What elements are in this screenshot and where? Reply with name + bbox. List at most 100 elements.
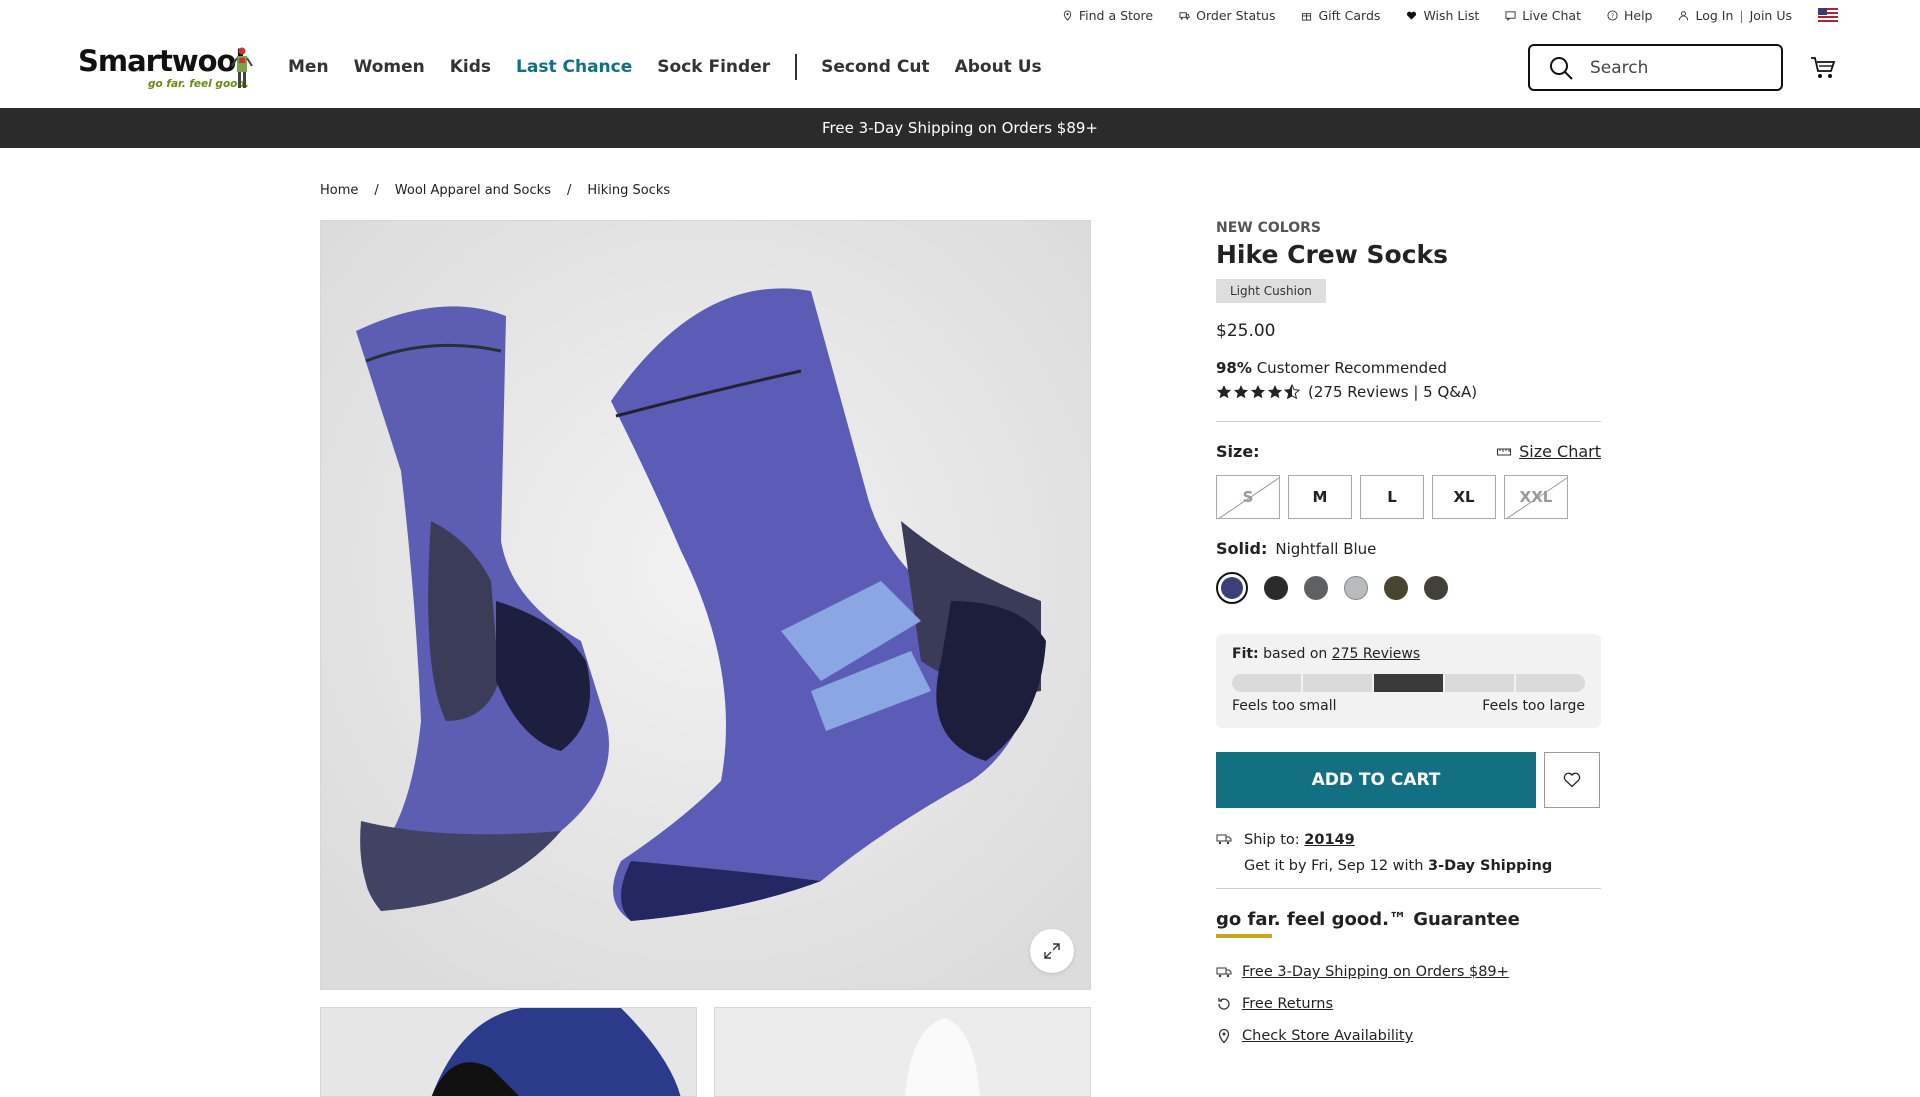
- delivery-date: Get it by Fri, Sep 12 with: [1244, 858, 1424, 874]
- free-shipping-label: Free 3-Day Shipping on Orders $89+: [1242, 964, 1509, 980]
- product-details: New Colors Hike Crew Socks Light Cushion…: [1216, 220, 1601, 1044]
- reviews-count: (275 Reviews | 5 Q&A): [1308, 383, 1478, 401]
- color-swatch[interactable]: [1264, 576, 1288, 600]
- free-shipping-link[interactable]: Free 3-Day Shipping on Orders $89+: [1216, 964, 1601, 980]
- color-swatch[interactable]: [1304, 576, 1328, 600]
- chat-icon: [1505, 10, 1516, 21]
- live-chat-link[interactable]: Live Chat: [1505, 8, 1581, 23]
- fit-based-on: based on: [1263, 646, 1328, 662]
- product-thumbnail[interactable]: [714, 1007, 1091, 1097]
- product-thumbnail[interactable]: [320, 1007, 697, 1097]
- breadcrumb-separator: /: [566, 183, 572, 198]
- heart-outline-icon: [1563, 772, 1581, 788]
- add-to-wishlist-button[interactable]: [1544, 752, 1600, 808]
- recommended-percent: 98%: [1216, 359, 1252, 377]
- size-selector: S M L XL XXL: [1216, 475, 1601, 519]
- heart-icon: [1407, 11, 1417, 20]
- delivery-estimate: Get it by Fri, Sep 12 with 3-Day Shippin…: [1244, 858, 1601, 874]
- add-to-cart-button[interactable]: ADD TO CART: [1216, 752, 1536, 808]
- ruler-icon: [1497, 448, 1512, 455]
- fit-header: Fit: based on 275 Reviews: [1232, 646, 1585, 662]
- free-returns-link[interactable]: Free Returns: [1216, 996, 1601, 1012]
- product-title: Hike Crew Socks: [1216, 240, 1449, 269]
- order-status-label: Order Status: [1196, 7, 1276, 23]
- search-placeholder: Search: [1590, 57, 1649, 78]
- selected-color-name: Nightfall Blue: [1275, 540, 1377, 558]
- svg-text:?: ?: [1611, 11, 1614, 19]
- star-icon: [1267, 385, 1283, 399]
- fit-high-label: Feels too large: [1482, 698, 1585, 714]
- fit-segment: [1303, 674, 1372, 692]
- free-returns-label: Free Returns: [1242, 996, 1334, 1012]
- help-link[interactable]: ? Help: [1607, 7, 1653, 23]
- star-icon: [1216, 385, 1232, 399]
- nav-women[interactable]: Women: [354, 57, 425, 77]
- expand-image-button[interactable]: [1030, 929, 1074, 973]
- us-flag-icon[interactable]: [1818, 8, 1838, 22]
- size-option-xl[interactable]: XL: [1432, 475, 1496, 519]
- wish-list-link[interactable]: Wish List: [1406, 8, 1479, 23]
- breadcrumb-wool-apparel[interactable]: Wool Apparel and Socks: [395, 183, 551, 198]
- fit-reviews-link[interactable]: 275 Reviews: [1332, 646, 1420, 662]
- thumbnail-packaging-image: [715, 1008, 1090, 1096]
- nav-kids[interactable]: Kids: [450, 57, 491, 77]
- delivery-method: 3-Day Shipping: [1428, 858, 1553, 874]
- log-in-link[interactable]: Log In: [1695, 8, 1733, 23]
- utility-bar: Find a Store Order Status Gift Cards Wis…: [1062, 0, 1838, 30]
- ship-to: Ship to: 20149: [1216, 832, 1601, 848]
- ship-to-label: Ship to:: [1244, 832, 1300, 848]
- smartwool-logo[interactable]: Smartwool go far. feel good.: [78, 44, 258, 94]
- nav-about-us[interactable]: About Us: [955, 57, 1042, 77]
- check-store-availability-link[interactable]: Check Store Availability: [1216, 1028, 1601, 1044]
- fit-segment: [1445, 674, 1514, 692]
- breadcrumb: Home / Wool Apparel and Socks / Hiking S…: [320, 183, 670, 198]
- nav-sock-finder[interactable]: Sock Finder: [657, 57, 770, 77]
- rating-summary[interactable]: (275 Reviews | 5 Q&A): [1216, 383, 1601, 401]
- size-option-xxl[interactable]: XXL: [1504, 475, 1568, 519]
- truck-icon: [1216, 967, 1232, 978]
- divider: [1216, 421, 1601, 422]
- thumbnail-model-image: [321, 1008, 696, 1096]
- color-swatch[interactable]: [1424, 576, 1448, 600]
- join-us-link[interactable]: Join Us: [1750, 8, 1792, 23]
- star-half-icon: [1284, 384, 1300, 400]
- nav-last-chance[interactable]: Last Chance: [516, 57, 632, 77]
- nav-men[interactable]: Men: [288, 57, 329, 77]
- check-store-label: Check Store Availability: [1242, 1028, 1414, 1044]
- swatch-nightfall-blue[interactable]: [1216, 572, 1248, 604]
- live-chat-label: Live Chat: [1522, 7, 1581, 23]
- user-icon: [1679, 10, 1689, 20]
- help-icon: ?: [1607, 9, 1618, 21]
- fit-meter: Fit: based on 275 Reviews Feels too smal…: [1216, 634, 1601, 728]
- size-option-s[interactable]: S: [1216, 475, 1280, 519]
- search-input[interactable]: Search: [1528, 44, 1783, 91]
- color-swatch[interactable]: [1344, 576, 1368, 600]
- return-icon: [1218, 998, 1230, 1010]
- size-option-m[interactable]: M: [1288, 475, 1352, 519]
- cart-icon[interactable]: [1810, 56, 1836, 80]
- breadcrumb-hiking-socks[interactable]: Hiking Socks: [587, 183, 670, 198]
- location-pin-icon: [1218, 1028, 1230, 1044]
- gift-cards-label: Gift Cards: [1318, 7, 1381, 23]
- fit-segment-active: [1374, 674, 1443, 692]
- fit-title: Fit:: [1232, 646, 1259, 662]
- product-main-image[interactable]: [320, 220, 1091, 990]
- size-chart-label: Size Chart: [1519, 442, 1601, 461]
- fit-scale: [1232, 674, 1585, 692]
- size-chart-link[interactable]: Size Chart: [1497, 442, 1601, 461]
- help-label: Help: [1623, 7, 1653, 23]
- wish-list-label: Wish List: [1423, 7, 1480, 23]
- size-option-l[interactable]: L: [1360, 475, 1424, 519]
- recommended-label: Customer Recommended: [1256, 359, 1447, 377]
- zip-code-link[interactable]: 20149: [1304, 832, 1354, 848]
- nav-second-cut[interactable]: Second Cut: [821, 57, 929, 77]
- star-icon: [1233, 385, 1249, 399]
- find-store-link[interactable]: Find a Store: [1062, 8, 1153, 23]
- divider: [1216, 888, 1601, 889]
- order-status-link[interactable]: Order Status: [1179, 8, 1275, 23]
- fit-low-label: Feels too small: [1232, 698, 1337, 714]
- color-swatch[interactable]: [1384, 576, 1408, 600]
- star-icon: [1250, 385, 1266, 399]
- breadcrumb-home[interactable]: Home: [320, 183, 358, 198]
- gift-cards-link[interactable]: Gift Cards: [1301, 8, 1380, 23]
